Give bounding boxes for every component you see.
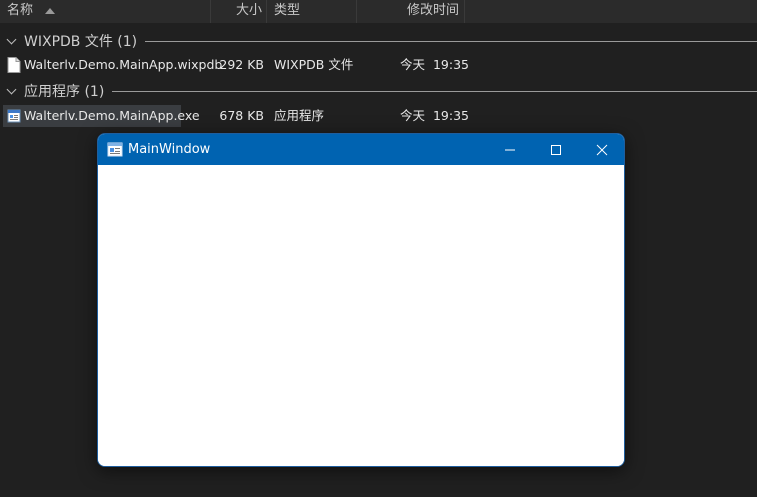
close-icon bbox=[596, 144, 608, 156]
file-name: Walterlv.Demo.MainApp.wixpdb bbox=[24, 57, 223, 72]
file-date-day: 今天 bbox=[400, 108, 426, 123]
window-titlebar[interactable]: MainWindow bbox=[98, 134, 624, 165]
group-header-wixpdb[interactable]: WIXPDB 文件 (1) bbox=[6, 30, 757, 52]
file-size: 292 KB bbox=[219, 57, 264, 72]
window-title: MainWindow bbox=[128, 142, 211, 157]
maximize-icon bbox=[551, 145, 561, 155]
chevron-down-icon bbox=[6, 84, 17, 94]
file-type: WIXPDB 文件 bbox=[274, 57, 354, 72]
column-size-label: 大小 bbox=[235, 3, 262, 18]
column-size-header[interactable]: 大小 bbox=[211, 0, 267, 23]
group-divider bbox=[112, 90, 757, 92]
column-type-label: 类型 bbox=[274, 3, 301, 18]
document-icon bbox=[7, 57, 21, 73]
column-name-label: 名称 bbox=[7, 3, 34, 18]
file-date-time: 19:35 bbox=[432, 57, 469, 72]
app-exe-icon bbox=[107, 142, 123, 157]
column-name-header[interactable]: 名称 bbox=[0, 0, 211, 23]
file-name-cell[interactable]: Walterlv.Demo.MainApp.exe bbox=[3, 105, 200, 127]
file-date-time: 19:35 bbox=[432, 108, 469, 123]
sort-ascending-icon bbox=[45, 8, 55, 14]
file-row[interactable]: Walterlv.Demo.MainApp.exe 678 KB 应用程序 今天… bbox=[0, 105, 757, 127]
group-header-application[interactable]: 应用程序 (1) bbox=[6, 80, 757, 102]
column-date-label: 修改时间 bbox=[407, 3, 460, 18]
file-date: 今天 19:35 bbox=[400, 105, 469, 127]
group-title: 应用程序 (1) bbox=[24, 84, 105, 100]
maximize-button[interactable] bbox=[533, 134, 579, 165]
app-exe-icon bbox=[7, 109, 21, 123]
file-date-day: 今天 bbox=[400, 57, 426, 72]
column-header: 名称 大小 类型 修改时间 bbox=[0, 0, 757, 23]
window-client-area[interactable] bbox=[98, 165, 624, 466]
group-title: WIXPDB 文件 (1) bbox=[24, 34, 138, 50]
column-type-header[interactable]: 类型 bbox=[267, 0, 357, 23]
group-divider bbox=[145, 40, 757, 42]
file-size: 678 KB bbox=[219, 108, 264, 123]
close-button[interactable] bbox=[579, 134, 624, 165]
file-type: 应用程序 bbox=[274, 108, 325, 123]
file-row[interactable]: Walterlv.Demo.MainApp.wixpdb 292 KB WIXP… bbox=[0, 54, 757, 76]
main-window[interactable]: MainWindow bbox=[97, 133, 625, 467]
minimize-icon bbox=[505, 149, 515, 151]
minimize-button[interactable] bbox=[487, 134, 533, 165]
file-name-cell[interactable]: Walterlv.Demo.MainApp.wixpdb bbox=[3, 54, 222, 76]
column-date-header[interactable]: 修改时间 bbox=[357, 0, 465, 23]
chevron-down-icon bbox=[6, 34, 17, 44]
file-date: 今天 19:35 bbox=[400, 54, 469, 76]
file-name: Walterlv.Demo.MainApp.exe bbox=[24, 108, 200, 123]
